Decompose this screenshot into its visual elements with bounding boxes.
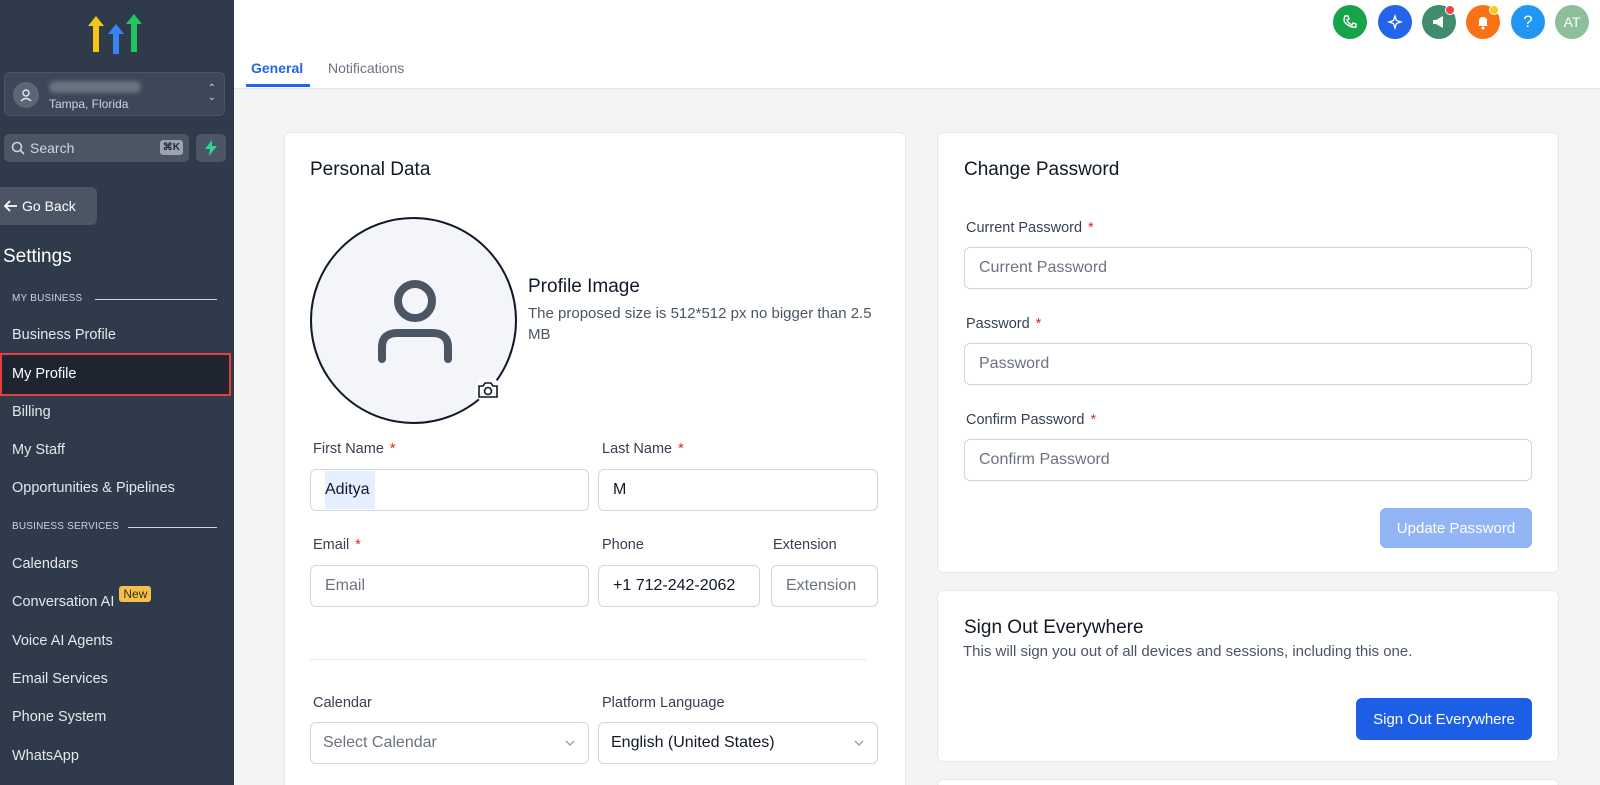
camera-icon[interactable] [475,377,501,403]
sidebar: Tampa, Florida ⌃ ⌄ Search ⌘K Go Back Sett… [0,0,234,785]
sparkle-icon[interactable] [1378,5,1412,39]
section-divider [95,299,217,300]
next-card [937,779,1559,785]
phone-field[interactable]: +1 712-242-2062 [598,565,760,607]
confirm-password-field[interactable]: Confirm Password [964,439,1532,481]
new-badge: New [119,586,152,602]
change-password-title: Change Password [964,159,1120,180]
email-label: Email * [313,537,361,553]
tab-general[interactable]: General [251,60,303,76]
location-name-blurred [49,81,141,93]
arrow-left-icon [4,200,17,212]
personal-data-card: Personal Data Profile Image The proposed… [284,132,906,785]
sidebar-item-voice-ai[interactable]: Voice AI Agents [12,633,113,649]
lightning-icon [205,140,217,156]
location-subtitle: Tampa, Florida [49,97,129,111]
megaphone-icon[interactable] [1422,5,1456,39]
sidebar-item-my-profile[interactable]: My Profile [0,353,231,396]
quick-action-button[interactable] [196,134,226,162]
personal-data-title: Personal Data [310,159,431,180]
sidebar-item-phone-system[interactable]: Phone System [12,709,106,725]
location-icon [13,82,39,108]
search-shortcut: ⌘K [159,140,183,155]
password-label: Password * [966,316,1042,332]
first-name-field[interactable]: Aditya [310,469,589,511]
change-password-card: Change Password Current Password * Curren… [937,132,1559,573]
search-icon [11,141,25,155]
sidebar-item-conversation-ai[interactable]: Conversation AI New [12,586,152,610]
bell-icon[interactable] [1466,5,1500,39]
current-password-field[interactable]: Current Password [964,247,1532,289]
go-back-button[interactable]: Go Back [0,187,97,225]
calendar-select[interactable]: Select Calendar [310,722,589,764]
active-tab-indicator [246,84,310,87]
chevron-updown-icon: ⌃ ⌄ [207,83,216,103]
phone-icon[interactable] [1333,5,1367,39]
user-avatar[interactable]: AT [1555,5,1589,39]
sidebar-item-opportunities[interactable]: Opportunities & Pipelines [12,480,175,496]
password-field[interactable]: Password [964,343,1532,385]
notification-dot [1445,5,1455,15]
section-my-business: MY BUSINESS [12,293,83,304]
profile-image-description: The proposed size is 512*512 px no bigge… [528,305,872,343]
phone-label: Phone [602,537,644,553]
sign-out-title: Sign Out Everywhere [964,617,1144,638]
sidebar-item-label: Conversation AI [12,594,115,610]
location-switcher[interactable]: Tampa, Florida ⌃ ⌄ [4,72,225,116]
sign-out-card: Sign Out Everywhere This will sign you o… [937,590,1559,762]
tab-notifications[interactable]: Notifications [328,60,404,76]
calendar-select-value: Select Calendar [323,734,437,751]
app-logo[interactable] [86,12,146,58]
profile-image-title: Profile Image [528,276,640,297]
settings-title: Settings [3,246,72,267]
confirm-password-label: Confirm Password * [966,412,1097,428]
extension-label: Extension [773,537,837,553]
last-name-field[interactable]: M [598,469,878,511]
search-placeholder: Search [30,140,75,156]
user-icon [378,280,452,363]
section-business-services: BUSINESS SERVICES [12,521,120,532]
chevron-down-icon [854,740,864,747]
sign-out-everywhere-button[interactable]: Sign Out Everywhere [1356,698,1532,740]
chevron-down-icon [565,740,575,747]
sidebar-item-business-profile[interactable]: Business Profile [12,327,116,343]
sidebar-item-my-staff[interactable]: My Staff [12,442,65,458]
help-icon[interactable]: ? [1511,5,1545,39]
go-back-label: Go Back [22,198,76,214]
update-password-button[interactable]: Update Password [1380,508,1532,548]
sidebar-item-email-services[interactable]: Email Services [12,671,108,687]
platform-language-label: Platform Language [602,695,725,711]
email-field[interactable]: Email [310,565,589,607]
top-bar: General Notifications ? AT [234,0,1600,89]
section-divider [128,527,217,528]
calendar-label: Calendar [313,695,372,711]
current-password-label: Current Password * [966,220,1094,236]
section-divider [310,659,866,660]
profile-image-upload[interactable] [310,217,517,424]
sidebar-item-whatsapp[interactable]: WhatsApp [12,748,79,764]
extension-field[interactable]: Extension [771,565,878,607]
last-name-label: Last Name * [602,441,684,457]
sidebar-search[interactable]: Search ⌘K [4,134,189,162]
first-name-label: First Name * [313,441,396,457]
platform-language-select[interactable]: English (United States) [598,722,878,764]
sign-out-description: This will sign you out of all devices an… [963,643,1413,660]
sidebar-item-billing[interactable]: Billing [12,404,51,420]
sidebar-item-label: My Profile [12,366,77,382]
language-select-value: English (United States) [611,734,775,751]
notification-dot [1489,5,1499,15]
sidebar-item-calendars[interactable]: Calendars [12,556,78,572]
